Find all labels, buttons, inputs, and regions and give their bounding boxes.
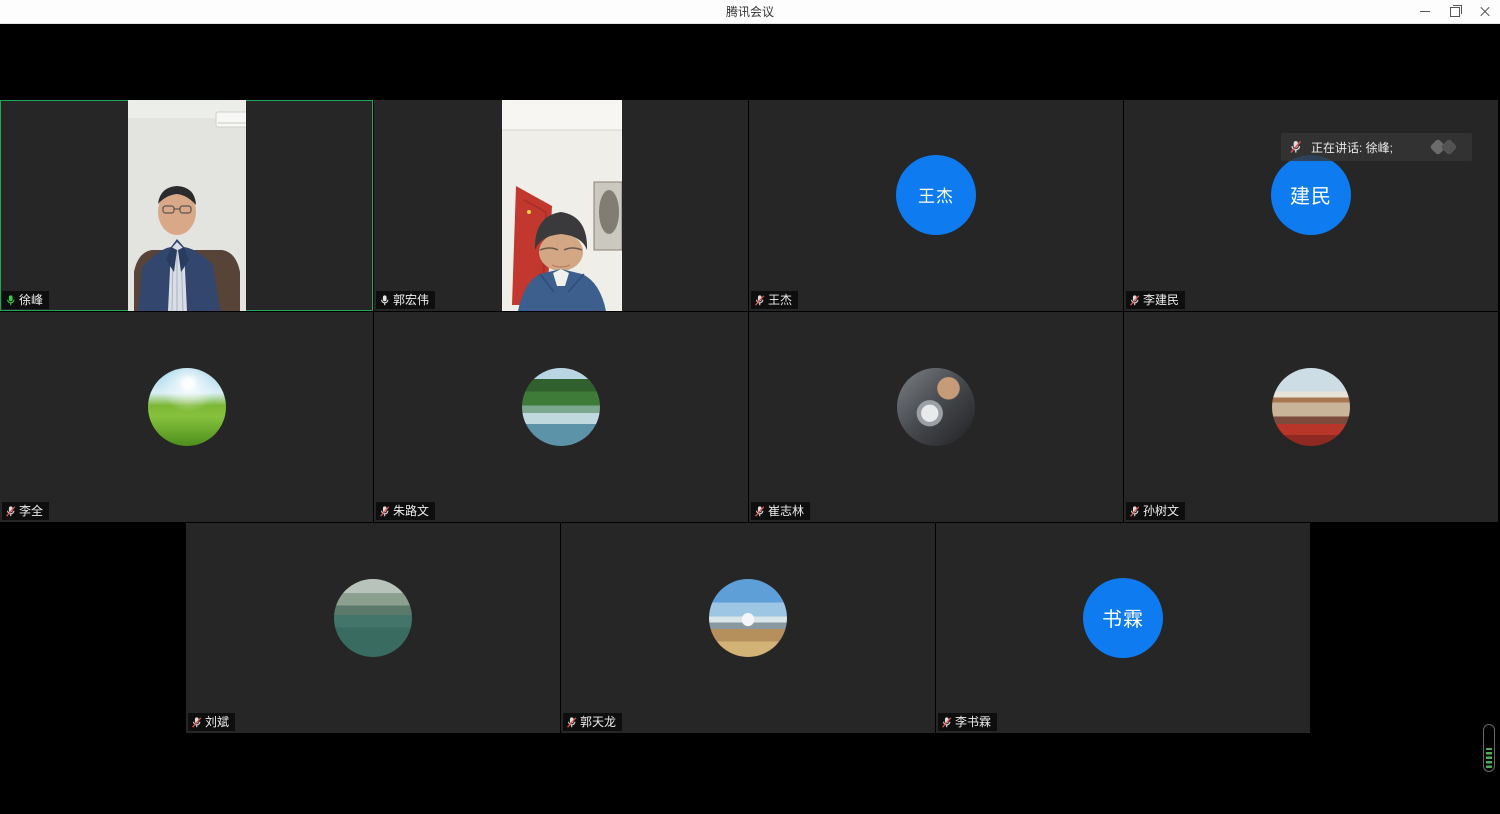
participant-name: 王杰 [768,293,792,307]
mic-muted-icon [1129,505,1140,518]
mic-muted-icon [941,716,952,729]
participant-name-label: 郭天龙 [563,713,622,731]
avatar-text: 书霖 [1102,603,1144,632]
video-person-illustration [128,100,246,311]
participant-tile-lishulin[interactable]: 书霖 李书霖 [936,523,1310,733]
restore-icon [1450,7,1460,17]
participant-tile-sunshuwen[interactable]: 孙树文 [1124,312,1498,522]
avatar: 王杰 [896,155,976,235]
mic-on-icon [379,294,390,307]
window-title: 腾讯会议 [0,3,1500,20]
participant-tile-zhuluwen[interactable]: 朱路文 [374,312,748,522]
participant-name: 李书霖 [955,715,991,729]
participant-tile-cuizhilin[interactable]: 崔志林 [749,312,1123,522]
mic-muted-icon [191,716,202,729]
tencent-meeting-window: 腾讯会议 [0,0,1500,814]
participant-name-label: 郭宏伟 [376,291,435,309]
speaking-indicator-text: 正在讲话: 徐峰; [1311,139,1393,156]
participant-name: 李建民 [1143,293,1179,307]
mic-muted-icon [379,505,390,518]
tencent-meeting-logo-icon [1428,139,1462,155]
participant-name-label: 朱路文 [376,502,435,520]
participant-name-label: 李建民 [1126,291,1185,309]
avatar-photo-river [522,368,600,446]
participant-tile-wangjie[interactable]: 王杰 王杰 [749,100,1123,311]
minimize-button[interactable] [1410,0,1440,23]
participant-tile-liquan[interactable]: 李全 [0,312,373,522]
video-feed [502,100,622,311]
participant-name: 崔志林 [768,504,804,518]
mic-muted-icon [5,505,16,518]
video-person-illustration [502,100,622,311]
mic-active-icon [5,294,16,307]
avatar-text: 王杰 [918,182,954,207]
participant-name: 李全 [19,504,43,518]
mic-muted-icon [566,716,577,729]
participant-name-label: 孙树文 [1126,502,1185,520]
window-controls [1410,0,1500,23]
participant-name-label: 徐峰 [2,291,49,309]
participant-name-label: 李全 [2,502,49,520]
mic-muted-icon [1289,140,1302,154]
mic-muted-icon [754,294,765,307]
participant-name: 徐峰 [19,293,43,307]
video-feed [128,100,246,311]
participant-tile-liubin[interactable]: 刘斌 [186,523,560,733]
avatar-text: 建民 [1290,180,1332,209]
avatar-photo-lake [334,579,412,657]
participant-name: 郭宏伟 [393,293,429,307]
participant-name: 刘斌 [205,715,229,729]
mic-muted-icon [1129,294,1140,307]
participant-name: 朱路文 [393,504,429,518]
avatar-photo-beach [709,579,787,657]
title-bar: 腾讯会议 [0,0,1500,24]
participant-tile-guotianlong[interactable]: 郭天龙 [561,523,935,733]
participant-tile-guohongwei[interactable]: 郭宏伟 [374,100,748,311]
restore-button[interactable] [1440,0,1470,23]
participant-name-label: 刘斌 [188,713,235,731]
participant-name: 孙树文 [1143,504,1179,518]
participant-name-label: 王杰 [751,291,798,309]
avatar-photo-meadow [148,368,226,446]
mic-muted-icon [754,505,765,518]
audio-level-fill [1486,748,1492,768]
close-button[interactable] [1470,0,1500,23]
participant-tile-lijianmin[interactable]: 建民 李建民 [1124,100,1498,311]
close-icon [1480,7,1490,17]
participant-name-label: 李书霖 [938,713,997,731]
participant-name-label: 崔志林 [751,502,810,520]
avatar-photo-camera [897,368,975,446]
minimize-icon [1420,11,1430,12]
avatar: 建民 [1271,155,1351,235]
audio-level-meter [1483,724,1495,772]
speaking-indicator-toast: 正在讲话: 徐峰; [1281,133,1472,161]
participant-tile-xufeng[interactable]: 徐峰 [0,100,373,311]
participant-name: 郭天龙 [580,715,616,729]
avatar-photo-building [1272,368,1350,446]
avatar: 书霖 [1083,578,1163,658]
